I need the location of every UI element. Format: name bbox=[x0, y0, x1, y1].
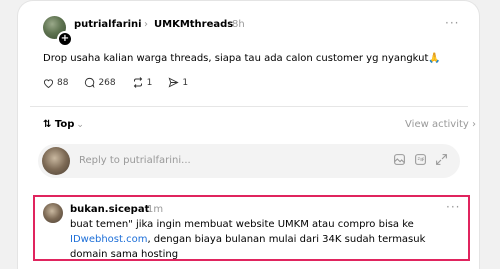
comment-link[interactable]: IDwebhost.com bbox=[70, 234, 147, 245]
comment-button[interactable]: 268 bbox=[84, 77, 116, 88]
reply-placeholder[interactable]: Reply to putrialfarini... bbox=[79, 155, 191, 166]
image-icon[interactable] bbox=[393, 153, 406, 166]
sort-label: Top bbox=[54, 119, 75, 130]
avatar[interactable] bbox=[43, 203, 63, 223]
chevron-down-icon: ⌄ bbox=[76, 120, 84, 130]
share-button[interactable]: 1 bbox=[168, 77, 188, 88]
send-icon bbox=[168, 77, 180, 88]
like-button[interactable]: 88 bbox=[43, 78, 68, 88]
comment-icon bbox=[85, 77, 95, 88]
gif-icon[interactable] bbox=[414, 153, 427, 166]
sort-icon: ⇅ bbox=[43, 119, 52, 130]
comment-username[interactable]: bukan.sicepat bbox=[70, 204, 149, 215]
post-actions: 88 268 1 1 bbox=[43, 77, 204, 88]
heart-icon bbox=[43, 78, 54, 88]
separator-chevron-icon: › bbox=[144, 19, 148, 30]
share-count: 1 bbox=[182, 77, 189, 88]
like-count: 88 bbox=[57, 77, 69, 88]
repost-button[interactable]: 1 bbox=[132, 77, 153, 88]
repost-icon bbox=[133, 77, 142, 88]
post-time: 8h bbox=[232, 19, 245, 30]
comment-text-start: buat temen" jika ingin membuat website U… bbox=[70, 219, 414, 230]
comment-text: buat temen" jika ingin membuat website U… bbox=[70, 217, 460, 262]
repost-count: 1 bbox=[146, 77, 153, 88]
more-options-icon[interactable]: ··· bbox=[445, 16, 459, 30]
more-options-icon[interactable]: ··· bbox=[446, 200, 460, 214]
comment-time: 1m bbox=[147, 204, 164, 215]
community-name[interactable]: UMKMthreads bbox=[154, 19, 233, 30]
divider bbox=[30, 106, 468, 107]
post-username[interactable]: putrialfarini bbox=[74, 19, 142, 30]
reply-tools bbox=[393, 153, 448, 166]
sort-dropdown[interactable]: ⇅ Top ⌄ bbox=[43, 119, 84, 130]
follow-plus-icon[interactable]: + bbox=[57, 31, 73, 47]
comment-count: 268 bbox=[98, 77, 116, 88]
expand-icon[interactable] bbox=[435, 153, 448, 166]
view-activity-link[interactable]: View activity › bbox=[405, 119, 476, 130]
post-text: Drop usaha kalian warga threads, siapa t… bbox=[43, 53, 441, 64]
avatar bbox=[42, 147, 70, 175]
